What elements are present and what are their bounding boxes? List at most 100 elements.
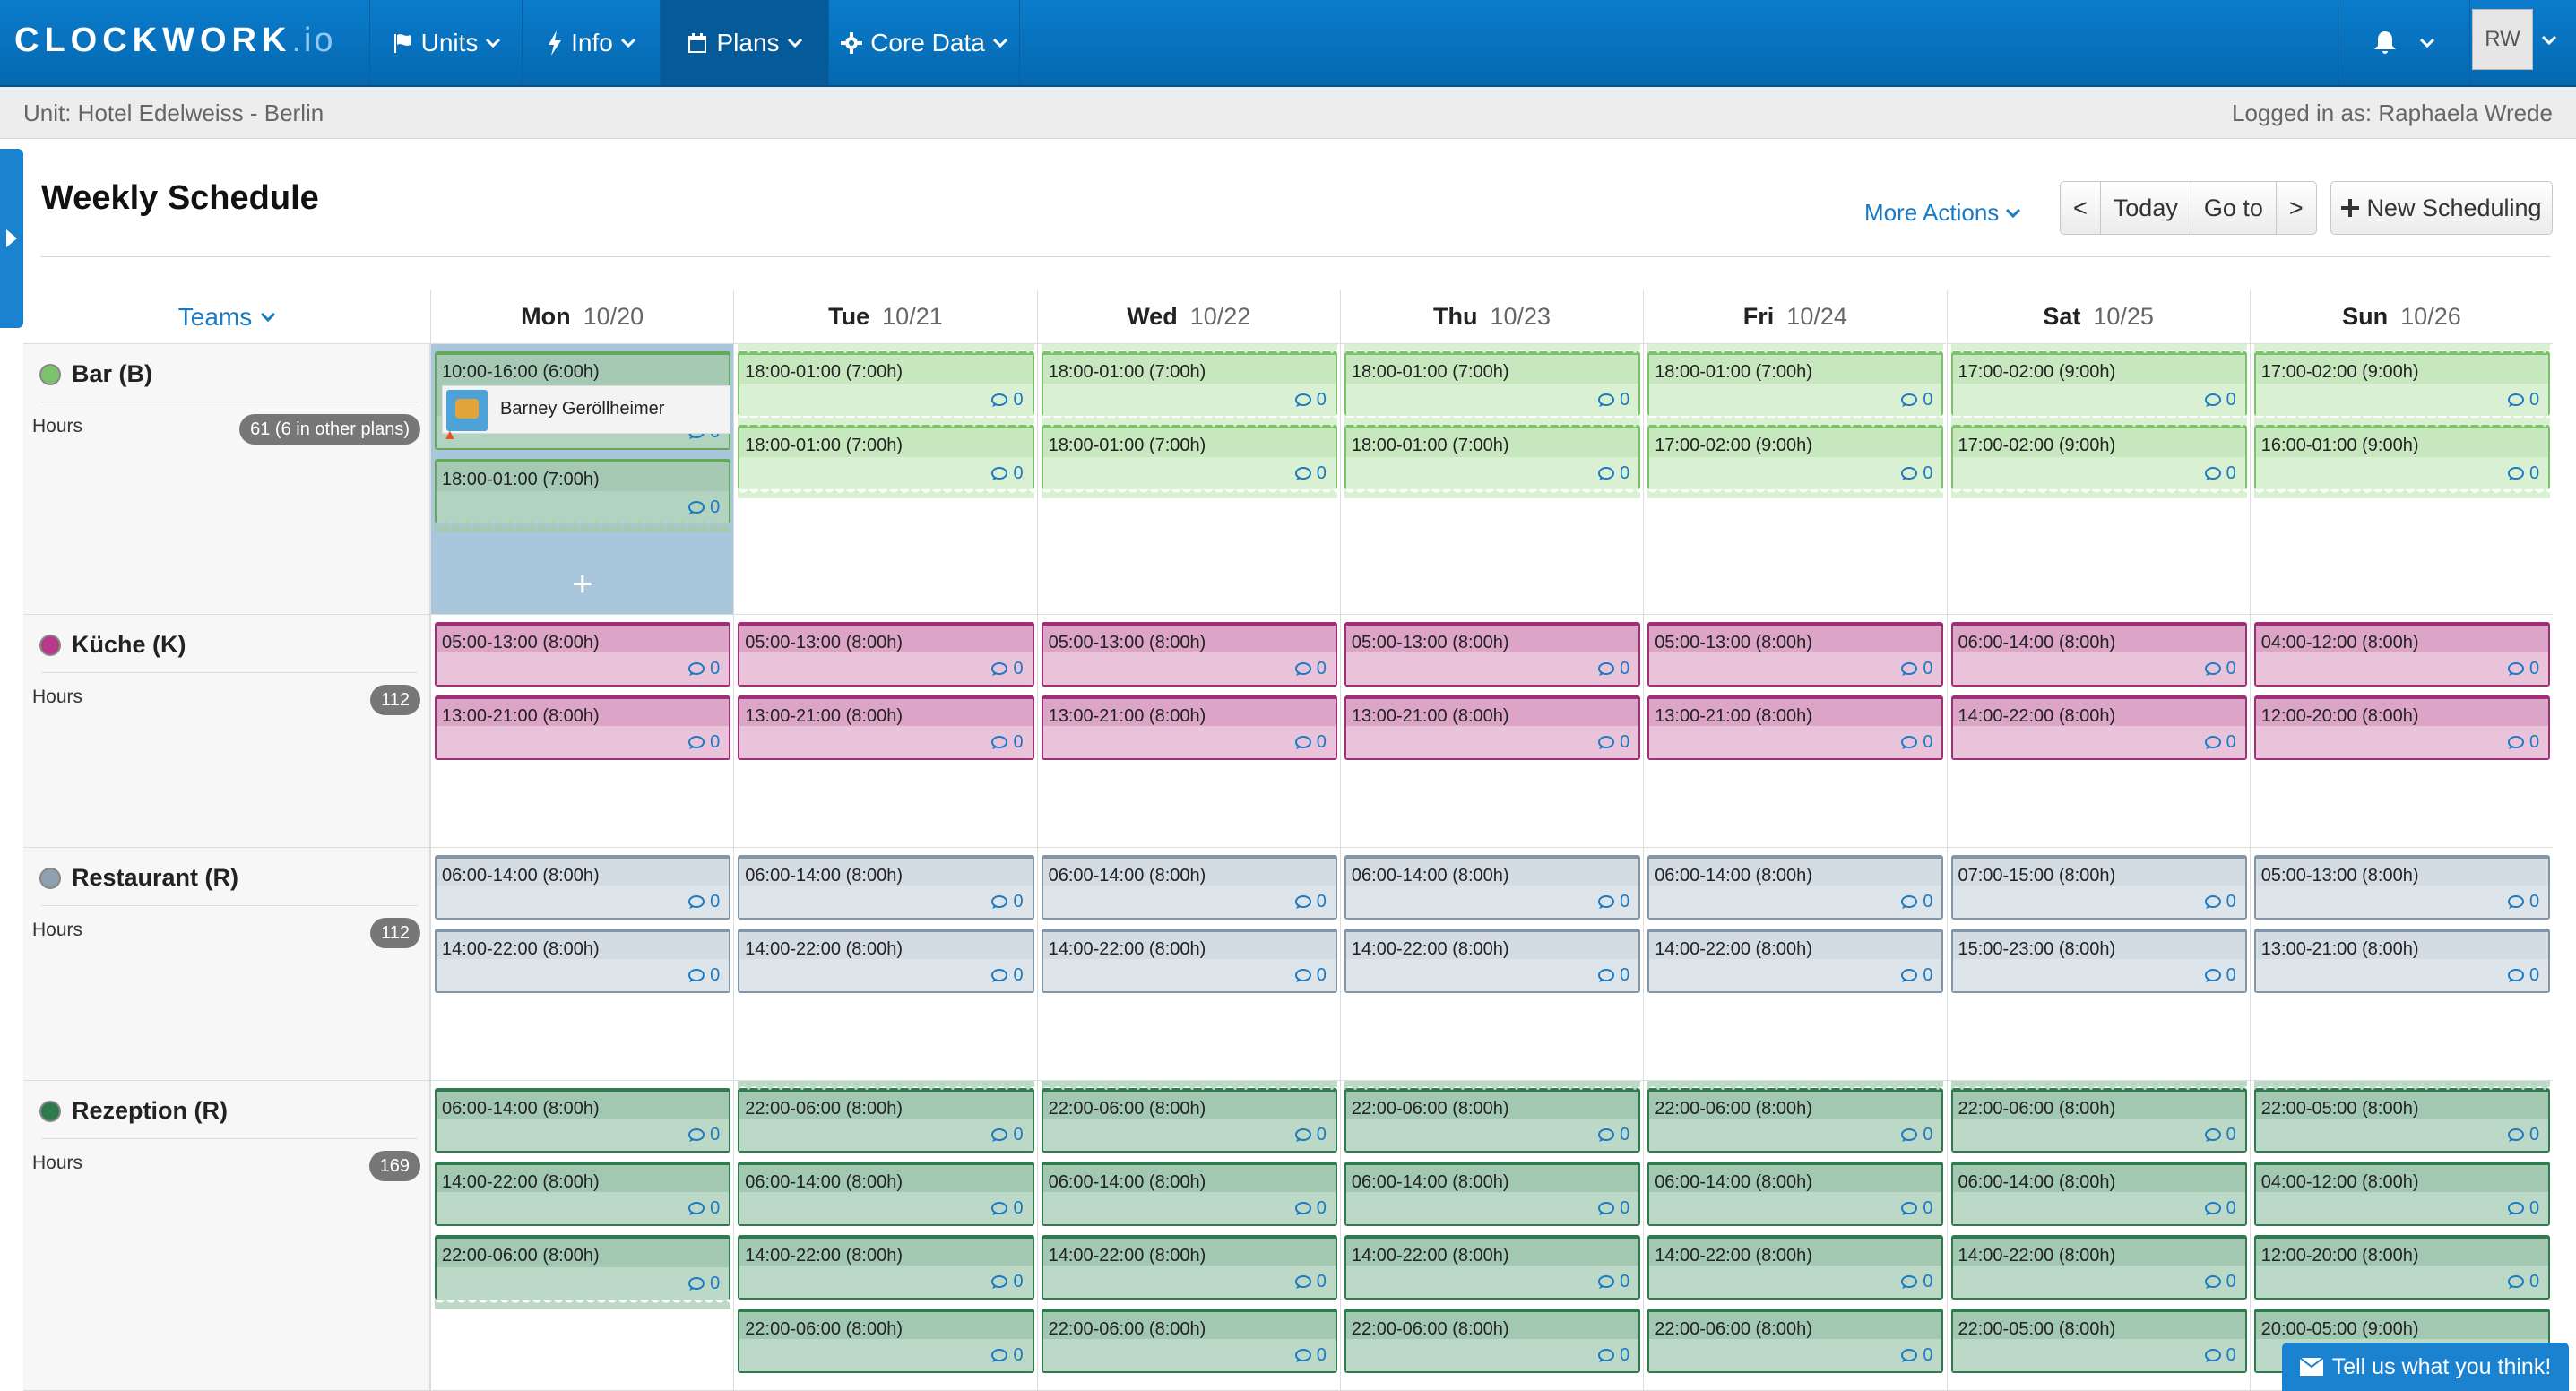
- shift-card[interactable]: 06:00-14:00 (8:00h) 0: [1041, 1162, 1337, 1226]
- shift-card[interactable]: 14:00-22:00 (8:00h) 0: [1344, 1235, 1641, 1300]
- shift-card[interactable]: 22:00-06:00 (8:00h) 0: [1647, 1081, 1944, 1153]
- shift-card[interactable]: 06:00-14:00 (8:00h) 0: [738, 855, 1034, 920]
- comment-count[interactable]: 0: [991, 463, 1024, 484]
- user-avatar[interactable]: RW: [2472, 9, 2533, 70]
- comment-count[interactable]: 0: [1294, 1345, 1327, 1366]
- comment-count[interactable]: 0: [2204, 1345, 2236, 1366]
- nav-core-data[interactable]: Core Data: [828, 0, 1020, 85]
- shift-card[interactable]: 14:00-22:00 (8:00h) 0: [1647, 929, 1944, 993]
- day-cell[interactable]: 05:00-13:00 (8:00h) 0 13:00-21:00 (8:00h) 0: [1339, 615, 1643, 847]
- shift-card[interactable]: 18:00-01:00 (7:00h) 0: [1344, 418, 1641, 498]
- shift-card[interactable]: 07:00-15:00 (8:00h) 0: [1950, 855, 2247, 920]
- comment-count[interactable]: 0: [2204, 463, 2236, 484]
- shift-card[interactable]: 15:00-23:00 (8:00h) 0: [1950, 929, 2247, 993]
- day-cell[interactable]: 05:00-13:00 (8:00h) 0 13:00-21:00 (8:00h) 0: [1643, 615, 1946, 847]
- day-cell[interactable]: 22:00-06:00 (8:00h) 0 06:00-14:00 (8:00h) 0…: [1036, 1081, 1340, 1390]
- comment-count[interactable]: 0: [688, 1198, 720, 1219]
- comment-count[interactable]: 0: [1901, 1198, 1932, 1219]
- day-cell[interactable]: 05:00-13:00 (8:00h) 0 13:00-21:00 (8:00h) 0: [733, 615, 1036, 847]
- day-cell[interactable]: 22:00-06:00 (8:00h) 0 06:00-14:00 (8:00h) 0…: [733, 1081, 1036, 1390]
- shift-card[interactable]: 18:00-01:00 (7:00h) 0: [738, 344, 1034, 425]
- comment-count[interactable]: 0: [1901, 732, 1932, 753]
- comment-count[interactable]: 0: [991, 892, 1024, 912]
- day-cell[interactable]: 06:00-14:00 (8:00h) 0 14:00-22:00 (8:00h) 0…: [430, 1081, 733, 1390]
- comment-count[interactable]: 0: [2204, 1198, 2236, 1219]
- nav-units[interactable]: Units: [369, 0, 522, 85]
- comment-count[interactable]: 0: [2507, 1272, 2539, 1292]
- comment-count[interactable]: 0: [2507, 1198, 2539, 1219]
- shift-card[interactable]: 05:00-13:00 (8:00h) 0: [738, 622, 1034, 687]
- comment-count[interactable]: 0: [991, 1272, 1024, 1292]
- today-button[interactable]: Today: [2101, 182, 2191, 234]
- comment-count[interactable]: 0: [688, 965, 720, 986]
- shift-card[interactable]: 22:00-06:00 (8:00h) 0: [738, 1081, 1034, 1153]
- shift-card[interactable]: 18:00-01:00 (7:00h) 0: [435, 459, 731, 532]
- team-name[interactable]: Küche (K): [39, 631, 186, 659]
- comment-count[interactable]: 0: [2507, 892, 2539, 912]
- shift-card[interactable]: 14:00-22:00 (8:00h) 0: [1041, 929, 1337, 993]
- shift-card[interactable]: 06:00-14:00 (8:00h) 0: [1647, 1162, 1944, 1226]
- shift-card[interactable]: 13:00-21:00 (8:00h) 0: [1647, 696, 1944, 760]
- day-cell[interactable]: 18:00-01:00 (7:00h) 0 18:00-01:00 (7:00h) 0: [733, 344, 1036, 614]
- comment-count[interactable]: 0: [1901, 463, 1932, 484]
- notifications-menu[interactable]: [2338, 0, 2470, 85]
- shift-card[interactable]: 05:00-13:00 (8:00h) 0: [2253, 855, 2551, 920]
- day-cell[interactable]: 06:00-14:00 (8:00h) 0 14:00-22:00 (8:00h) 0: [1339, 848, 1643, 1080]
- shift-card[interactable]: 06:00-14:00 (8:00h) 0: [1344, 1162, 1641, 1226]
- day-cell[interactable]: 18:00-01:00 (7:00h) 0 17:00-02:00 (9:00h) 0: [1643, 344, 1946, 614]
- more-actions-dropdown[interactable]: More Actions: [1864, 199, 2021, 227]
- comment-count[interactable]: 0: [2204, 732, 2236, 753]
- shift-card[interactable]: 04:00-12:00 (8:00h) 0: [2253, 622, 2551, 687]
- assigned-employee[interactable]: ▲ Barney Geröllheimer: [442, 385, 730, 443]
- shift-card[interactable]: 13:00-21:00 (8:00h) 0: [1344, 696, 1641, 760]
- shift-card[interactable]: 14:00-22:00 (8:00h) 0: [738, 1235, 1034, 1300]
- comment-count[interactable]: 0: [991, 1198, 1024, 1219]
- shift-card[interactable]: 22:00-06:00 (8:00h) 0: [738, 1309, 1034, 1373]
- shift-card[interactable]: 12:00-20:00 (8:00h) 0: [2253, 696, 2551, 760]
- comment-count[interactable]: 0: [688, 732, 720, 753]
- shift-card[interactable]: 13:00-21:00 (8:00h) 0: [435, 696, 731, 760]
- shift-card[interactable]: 17:00-02:00 (9:00h) 0: [1950, 344, 2248, 425]
- shift-card[interactable]: 22:00-06:00 (8:00h) 0: [1647, 1309, 1944, 1373]
- shift-card[interactable]: 18:00-01:00 (7:00h) 0: [1041, 418, 1338, 498]
- shift-card[interactable]: 22:00-06:00 (8:00h) 0: [1041, 1081, 1338, 1153]
- comment-count[interactable]: 0: [2204, 659, 2236, 679]
- shift-card[interactable]: 22:00-06:00 (8:00h) 0: [435, 1235, 731, 1309]
- day-cell[interactable]: 17:00-02:00 (9:00h) 0 17:00-02:00 (9:00h) 0: [1946, 344, 2250, 614]
- day-cell[interactable]: 06:00-14:00 (8:00h) 0 14:00-22:00 (8:00h) 0: [1643, 848, 1946, 1080]
- comment-count[interactable]: 0: [688, 659, 720, 679]
- shift-card[interactable]: 06:00-14:00 (8:00h) 0: [738, 1162, 1034, 1226]
- comment-count[interactable]: 0: [1294, 390, 1327, 410]
- comment-count[interactable]: 0: [1598, 1272, 1629, 1292]
- brand-logo[interactable]: CLOCKWORK.io: [14, 22, 336, 60]
- comment-count[interactable]: 0: [2507, 732, 2539, 753]
- comment-count[interactable]: 0: [1294, 1272, 1327, 1292]
- comment-count[interactable]: 0: [688, 892, 720, 912]
- comment-count[interactable]: 0: [1901, 1345, 1932, 1366]
- comment-count[interactable]: 0: [2507, 965, 2539, 986]
- shift-card[interactable]: 14:00-22:00 (8:00h) 0: [738, 929, 1034, 993]
- comment-count[interactable]: 0: [2204, 390, 2236, 410]
- comment-count[interactable]: 0: [1294, 732, 1327, 753]
- comment-count[interactable]: 0: [1294, 463, 1327, 484]
- day-cell[interactable]: 06:00-14:00 (8:00h) 0 14:00-22:00 (8:00h) 0: [1946, 615, 2250, 847]
- shift-card[interactable]: 18:00-01:00 (7:00h) 0: [738, 418, 1034, 498]
- shift-card[interactable]: 05:00-13:00 (8:00h) 0: [1344, 622, 1641, 687]
- next-week-button[interactable]: >: [2277, 182, 2316, 234]
- comment-count[interactable]: 0: [1901, 659, 1932, 679]
- day-cell[interactable]: 07:00-15:00 (8:00h) 0 15:00-23:00 (8:00h) 0: [1946, 848, 2250, 1080]
- nav-plans[interactable]: Plans: [660, 0, 828, 85]
- comment-count[interactable]: 0: [1901, 965, 1932, 986]
- comment-count[interactable]: 0: [1598, 463, 1629, 484]
- comment-count[interactable]: 0: [2204, 1125, 2236, 1145]
- comment-count[interactable]: 0: [1294, 965, 1327, 986]
- comment-count[interactable]: 0: [2204, 1272, 2236, 1292]
- comment-count[interactable]: 0: [1901, 390, 1932, 410]
- shift-card[interactable]: 22:00-06:00 (8:00h) 0: [1344, 1081, 1641, 1153]
- day-cell[interactable]: 06:00-14:00 (8:00h) 0 14:00-22:00 (8:00h) 0: [430, 848, 733, 1080]
- feedback-button[interactable]: Tell us what you think!: [2282, 1343, 2569, 1391]
- shift-card[interactable]: 14:00-22:00 (8:00h) 0: [1041, 1235, 1337, 1300]
- day-cell[interactable]: 17:00-02:00 (9:00h) 0 16:00-01:00 (9:00h) 0: [2249, 344, 2553, 614]
- comment-count[interactable]: 0: [2507, 463, 2539, 484]
- comment-count[interactable]: 0: [2507, 659, 2539, 679]
